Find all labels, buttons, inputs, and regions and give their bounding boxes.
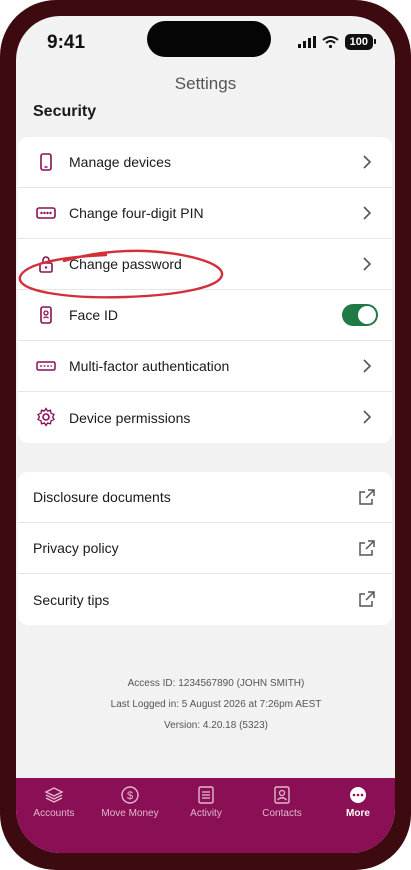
contact-icon [274,786,290,804]
disclosure-documents-label: Disclosure documents [33,489,171,505]
external-link-icon [359,540,375,556]
mfa-row[interactable]: Multi-factor authentication [18,341,392,392]
page-title: Settings [174,74,237,93]
security-tips-row[interactable]: Security tips [18,574,392,625]
status-icons: 100 [297,34,377,50]
wifi-icon [322,36,339,48]
signal-icon [297,36,316,48]
device-permissions-label: Device permissions [69,409,191,426]
security-tips-label: Security tips [33,591,110,608]
dollar-icon: $ [121,786,139,804]
change-pin-row[interactable]: Change four-digit PIN [18,188,392,239]
chevron-right-icon [363,206,372,220]
battery-icon: 100 [344,34,377,50]
manage-devices-row[interactable]: Manage devices [18,137,392,188]
tab-label: Contacts [262,808,302,819]
change-password-label: Change password [69,256,182,272]
disclosure-documents-row[interactable]: Disclosure documents [18,472,392,523]
gear-icon [37,407,55,427]
dynamic-island [147,21,271,57]
chevron-right-icon [363,155,372,169]
tab-move-money[interactable]: $ Move Money [92,786,168,830]
layers-icon [44,787,64,803]
mfa-icon [36,361,56,371]
tab-label: Move Money [101,808,159,819]
manage-devices-label: Manage devices [69,154,171,170]
tab-more[interactable]: More [320,786,395,830]
face-id-toggle[interactable] [342,304,378,326]
pin-icon [36,207,56,219]
tab-label: Accounts [33,808,75,819]
face-id-icon [40,306,52,324]
status-bar: 9:41 100 [16,16,395,68]
tab-accounts[interactable]: Accounts [16,786,92,830]
status-time: 9:41 [47,32,86,53]
face-id-label: Face ID [69,307,119,323]
version-text: Version: 4.20.18 (5323) [164,720,268,731]
device-permissions-row[interactable]: Device permissions [18,392,392,443]
phone-icon [40,153,52,171]
tab-label: Activity [190,808,222,819]
privacy-policy-row[interactable]: Privacy policy [18,523,392,574]
access-id-text: Access ID: 1234567890 (JOHN SMITH) [127,678,305,689]
chevron-right-icon [363,359,372,373]
tab-label: More [346,808,370,819]
mfa-label: Multi-factor authentication [69,358,230,374]
screen: 9:41 100 Settings Security Manage device… [16,16,395,853]
tab-contacts[interactable]: Contacts [244,786,320,830]
security-card: Manage devices Change four-digit PIN Cha… [18,137,392,443]
list-icon [198,786,214,804]
external-link-icon [359,591,375,607]
chevron-right-icon [363,257,372,271]
privacy-policy-label: Privacy policy [33,540,119,556]
change-password-row[interactable]: Change password [18,239,392,290]
tab-bar: Accounts $ Move Money Activity Contacts … [16,778,395,853]
lock-icon [39,256,53,273]
links-card: Disclosure documents Privacy policy Secu… [18,472,392,625]
svg-text:$: $ [127,790,133,802]
face-id-row: Face ID [18,290,392,341]
more-icon [350,787,366,803]
security-heading: Security [33,103,97,120]
tab-activity[interactable]: Activity [168,786,244,830]
external-link-icon [359,489,375,505]
change-pin-label: Change four-digit PIN [69,205,204,221]
chevron-right-icon [363,410,372,424]
last-logged-text: Last Logged in: 5 August 2026 at 7:26pm … [110,699,322,710]
